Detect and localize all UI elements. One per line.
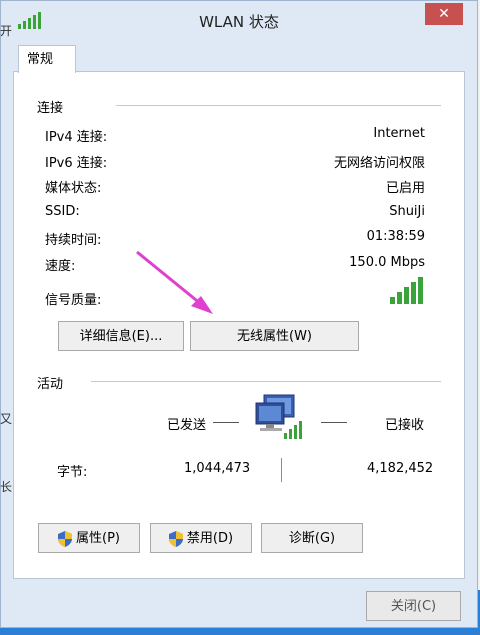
row-media-state: 媒体状态: 已启用 [45, 177, 425, 197]
activity-header: 活动 [37, 377, 64, 392]
received-label: 已接收 [385, 418, 425, 433]
row-speed: 速度: 150.0 Mbps [45, 255, 425, 275]
close-button[interactable]: 关闭(C) [366, 591, 461, 621]
ipv4-label: IPv4 连接: [45, 130, 108, 145]
speed-label: 速度: [45, 259, 76, 274]
window-title: WLAN 状态 [199, 13, 279, 31]
row-ipv4: IPv4 连接: Internet [45, 126, 425, 146]
disable-button[interactable]: 禁用(D) [150, 523, 252, 553]
bytes-sent-value: 1,044,473 [184, 461, 251, 476]
duration-label: 持续时间: [45, 233, 102, 248]
network-computers-icon [255, 394, 302, 439]
bytes-received-value: 4,182,452 [367, 461, 434, 476]
ipv6-label: IPv6 连接: [45, 156, 108, 171]
diagnose-button[interactable]: 诊断(G) [261, 523, 363, 553]
signal-quality-label: 信号质量: [45, 293, 102, 308]
background-text-fragment: 又 [0, 412, 13, 426]
close-icon[interactable]: ✕ [425, 3, 463, 25]
ssid-value: ShuiJi [389, 204, 425, 219]
row-duration: 持续时间: 01:38:59 [45, 229, 425, 249]
wireless-properties-button[interactable]: 无线属性(W) [190, 321, 359, 351]
properties-button[interactable]: 属性(P) [38, 523, 140, 553]
row-ipv6: IPv6 连接: 无网络访问权限 [45, 152, 425, 172]
tab-general[interactable]: 常规 [18, 45, 76, 73]
received-line [321, 422, 347, 423]
media-state-value: 已启用 [385, 181, 425, 196]
annotation-arrow-icon [136, 250, 213, 314]
connection-header: 连接 [37, 101, 64, 116]
details-button[interactable]: 详细信息(E)... [58, 321, 184, 351]
ssid-label: SSID: [45, 204, 80, 219]
sent-line [213, 422, 239, 423]
disable-label: 禁用(D) [186, 531, 234, 546]
ipv6-value: 无网络访问权限 [333, 156, 425, 171]
signal-quality-icon [390, 277, 423, 304]
speed-value: 150.0 Mbps [349, 255, 425, 270]
media-state-label: 媒体状态: [45, 181, 102, 196]
row-ssid: SSID: ShuiJi [45, 204, 425, 224]
activity-divider [91, 381, 441, 382]
title-bar[interactable]: WLAN 状态 ✕ [1, 1, 477, 39]
uac-shield-icon [168, 530, 183, 547]
background-text-fragment: 长 [0, 480, 13, 494]
row-signal-quality: 信号质量: [45, 289, 425, 309]
uac-shield-icon [58, 530, 72, 547]
ipv4-value: Internet [373, 126, 425, 141]
sent-label: 已发送 [167, 418, 207, 433]
bytes-label: 字节: [57, 465, 88, 480]
wlan-status-dialog: WLAN 状态 ✕ 常规 连接 IPv4 连接: Internet IPv6 连… [0, 0, 478, 628]
bytes-divider [281, 458, 282, 482]
background-text-fragment: 开 [0, 24, 13, 38]
properties-label: 属性(P) [76, 531, 120, 546]
duration-value: 01:38:59 [366, 229, 425, 244]
connection-divider [116, 105, 441, 106]
